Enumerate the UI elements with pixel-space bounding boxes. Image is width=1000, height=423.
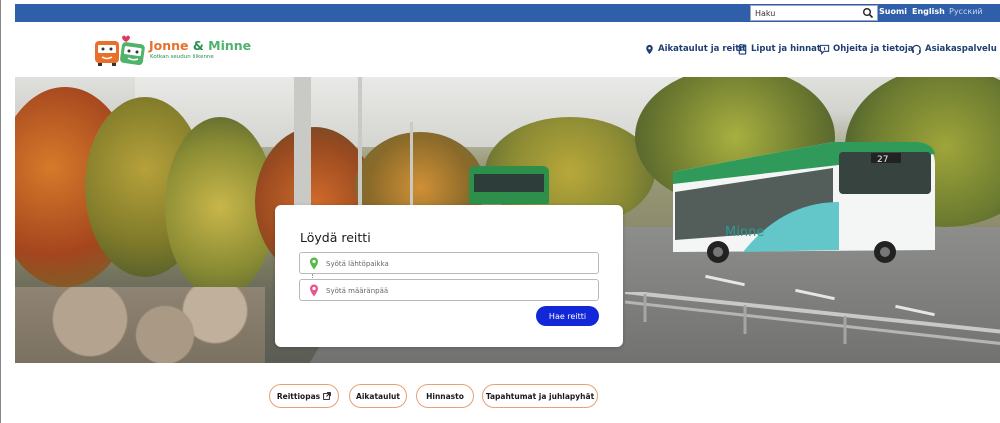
buses-logo-icon	[95, 35, 145, 66]
destination-input[interactable]	[326, 285, 586, 296]
quick-link-price-list[interactable]: Hinnasto	[416, 384, 474, 408]
logo-subtitle: Kotkan seudun liikenne	[150, 54, 214, 60]
origin-field[interactable]	[299, 252, 599, 274]
nav-customer-service[interactable]: Asiakaspalvelu	[911, 42, 997, 56]
language-russian[interactable]: Русский	[949, 7, 983, 16]
nav-label: Liput ja hinnat	[751, 44, 821, 54]
nav-label: Aikataulut ja reitit	[658, 44, 747, 54]
origin-pin-icon	[310, 257, 318, 270]
site-header: Jonne & Minne Kotkan seudun liikenne Aik…	[15, 22, 1000, 77]
hero-lamp-post	[410, 122, 413, 212]
search-route-button[interactable]: Hae reitti	[536, 306, 599, 326]
site-search[interactable]	[750, 5, 878, 21]
destination-pin-icon	[310, 284, 318, 297]
quick-link-route-planner[interactable]: Reittiopas	[269, 384, 339, 408]
route-finder-title: Löydä reitti	[300, 230, 371, 245]
nav-instructions-info[interactable]: Ohjeita ja tietoja	[819, 42, 914, 56]
hero-pillar	[294, 77, 311, 207]
quick-link-label: Hinnasto	[426, 391, 464, 401]
nav-timetables-routes[interactable]: Aikataulut ja reitit	[644, 42, 746, 56]
location-pin-icon	[646, 44, 653, 54]
language-suomi[interactable]: Suomi	[879, 7, 907, 16]
quick-link-label: Reittiopas	[276, 391, 321, 401]
page: Suomi English Русский Jonne & Minne Kotk…	[0, 0, 1000, 423]
top-bar: Suomi English Русский	[15, 4, 1000, 22]
logo-title: Jonne & Minne	[149, 38, 252, 53]
bus-brand-text: Minne	[725, 225, 764, 240]
nav-label: Ohjeita ja tietoja	[833, 44, 914, 54]
info-chat-icon	[819, 44, 830, 55]
site-logo[interactable]: Jonne & Minne Kotkan seudun liikenne	[92, 33, 252, 67]
search-input[interactable]	[755, 7, 855, 19]
external-link-icon	[323, 392, 331, 400]
search-icon[interactable]	[862, 7, 874, 19]
quick-link-events-holidays[interactable]: Tapahtumat ja juhlapyhät	[482, 384, 598, 408]
destination-field[interactable]	[299, 279, 599, 301]
nav-label: Asiakaspalvelu	[925, 44, 997, 54]
quick-link-label: Tapahtumat ja juhlapyhät	[485, 391, 595, 401]
hero-bus: 27 Minne	[673, 142, 935, 263]
headset-icon	[912, 44, 921, 55]
quick-link-timetables[interactable]: Aikataulut	[349, 384, 407, 408]
origin-input[interactable]	[326, 258, 586, 269]
language-english[interactable]: English	[912, 7, 945, 16]
nav-tickets-prices[interactable]: Liput ja hinnat	[737, 42, 821, 56]
hero-rocks	[15, 287, 265, 363]
background-bus	[469, 166, 549, 204]
route-finder-card: Löydä reitti Hae reitti	[275, 205, 623, 347]
quick-link-label: Aikataulut	[356, 391, 400, 401]
hero-lamp-post	[358, 77, 362, 207]
bus-route-number: 27	[877, 155, 888, 165]
guard-rail	[625, 292, 1000, 345]
ticket-icon	[738, 43, 747, 55]
